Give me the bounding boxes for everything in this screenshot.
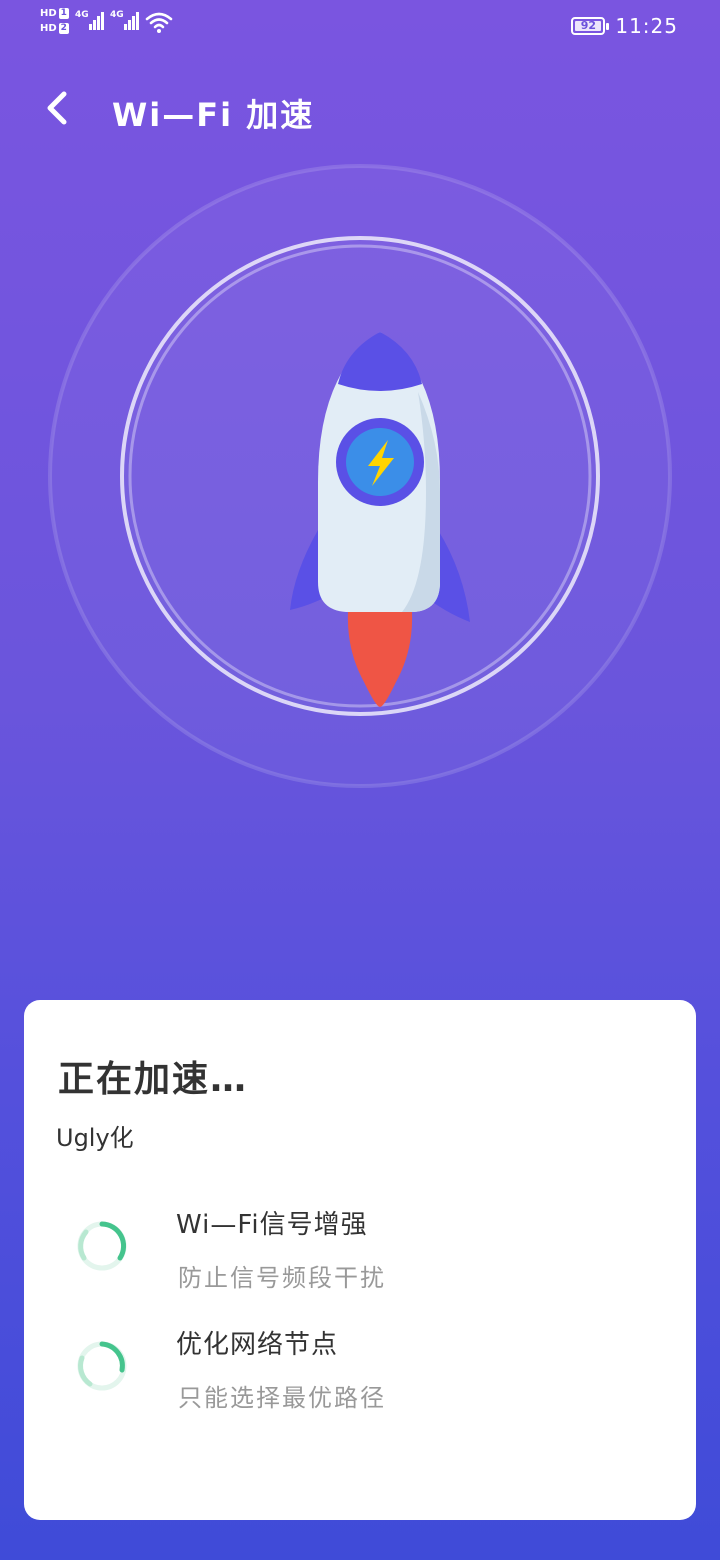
task-description: 只能选择最优路径	[178, 1384, 386, 1412]
task-title: Wi—Fi信号增强	[176, 1210, 368, 1240]
signal-icon-1: 4G	[75, 8, 104, 30]
battery-icon: 92	[571, 17, 610, 35]
task-title: 优化网络节点	[176, 1330, 339, 1360]
hd-indicator-2: HD 2	[40, 23, 69, 34]
task-description: 防止信号频段干扰	[178, 1264, 386, 1292]
progress-card: 正在加速… Ugly化 Wi—Fi信号增强 防止信号频段干扰 优化网络节点 只能…	[24, 1000, 696, 1520]
status-time: 11:25	[615, 14, 678, 38]
task-item-optimize-node: 优化网络节点 只能选择最优路径	[24, 1324, 696, 1424]
rocket-illustration	[48, 164, 672, 788]
wifi-icon	[145, 12, 173, 33]
hd-indicators: HD 1 HD 2	[40, 8, 69, 34]
loading-spinner-icon	[77, 1341, 127, 1391]
status-bar: HD 1 HD 2 4G 4G 92 11:25	[0, 0, 720, 56]
card-title: 正在加速…	[58, 1059, 249, 1100]
status-bar-right: 92 11:25	[571, 14, 678, 38]
app-header: Wi—Fi 加速	[0, 70, 720, 150]
task-item-signal-boost: Wi—Fi信号增强 防止信号频段干扰	[24, 1204, 696, 1304]
status-bar-left: HD 1 HD 2 4G 4G	[40, 8, 173, 34]
card-subtitle: Ugly化	[56, 1124, 134, 1152]
page-title: Wi—Fi 加速	[112, 96, 315, 134]
back-button[interactable]	[36, 86, 80, 130]
signal-icon-2: 4G	[110, 8, 139, 30]
loading-spinner-icon	[77, 1221, 127, 1271]
hd-indicator-1: HD 1	[40, 8, 69, 19]
battery-level: 92	[580, 19, 597, 32]
chevron-left-icon	[47, 91, 67, 125]
